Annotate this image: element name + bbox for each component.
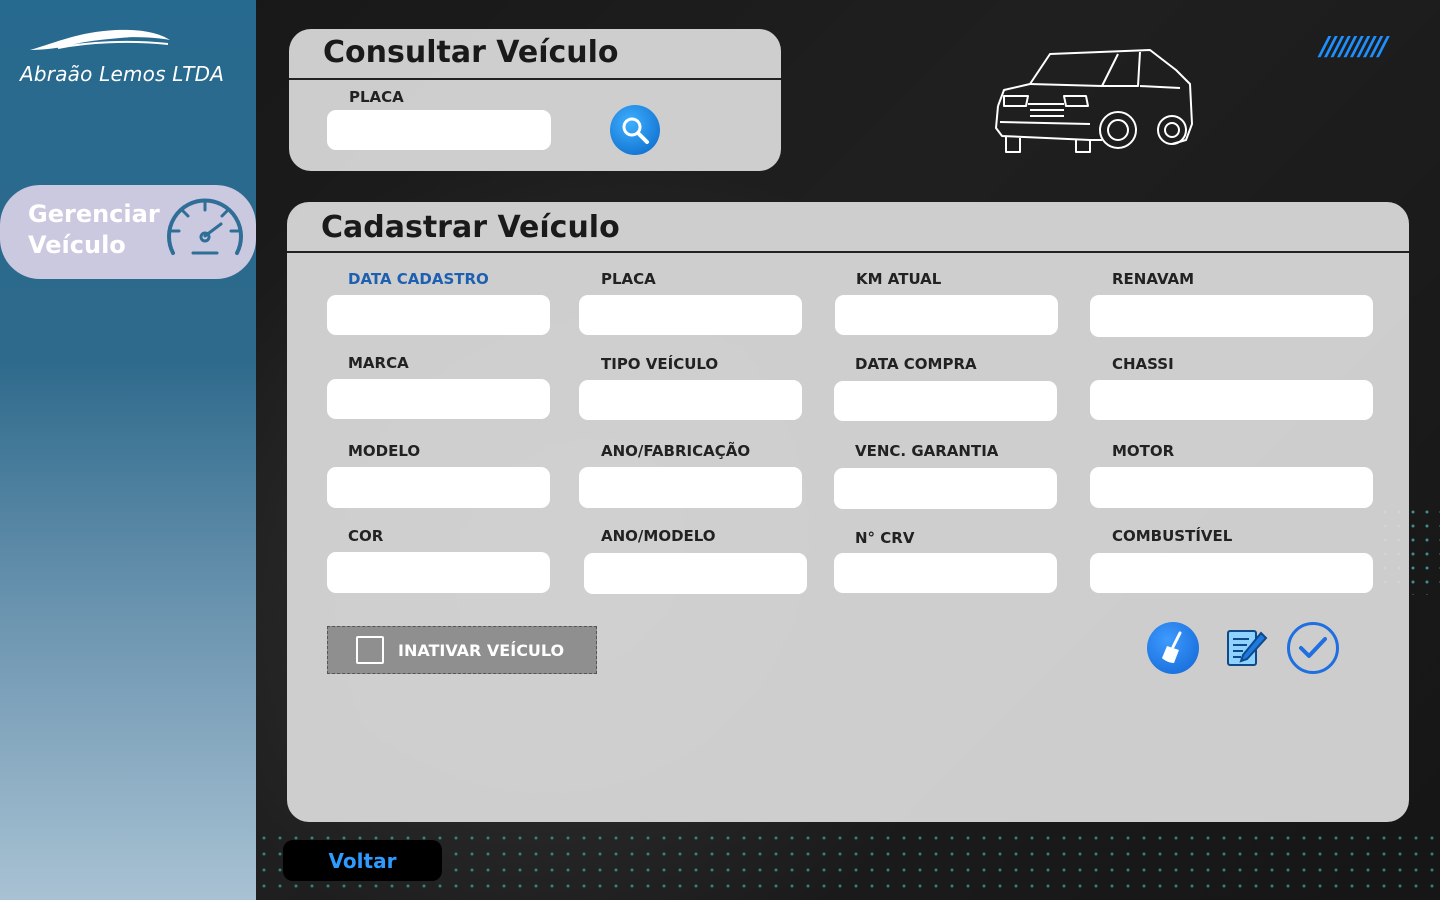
venc-garantia-input[interactable] <box>834 468 1057 509</box>
ano-fabricacao-input[interactable] <box>579 467 802 508</box>
motor-label: MOTOR <box>1112 442 1175 460</box>
km-atual-label: KM ATUAL <box>856 270 942 288</box>
sidebar: Abraão Lemos LTDA Gerenciar Veículo <box>0 0 256 900</box>
clear-form-button[interactable] <box>1147 622 1199 674</box>
data-cadastro-label: DATA CADASTRO <box>348 270 489 288</box>
modelo-label: MODELO <box>348 442 421 460</box>
cor-label: COR <box>348 527 384 545</box>
tipo-veiculo-input[interactable] <box>579 380 802 420</box>
company-name: Abraão Lemos LTDA <box>20 62 225 86</box>
consult-title: Consultar Veículo <box>323 35 619 70</box>
renavam-label: RENAVAM <box>1112 270 1195 288</box>
data-compra-label: DATA COMPRA <box>855 355 977 373</box>
data-cadastro-input[interactable] <box>327 295 550 335</box>
decorative-stripes: ////////// <box>1320 32 1388 62</box>
inactivate-vehicle-toggle[interactable]: INATIVAR VEÍCULO <box>327 626 597 674</box>
tipo-veiculo-label: TIPO VEÍCULO <box>601 355 719 373</box>
speedometer-icon <box>167 198 243 255</box>
consult-placa-input[interactable] <box>327 110 551 150</box>
inactivate-label: INATIVAR VEÍCULO <box>398 640 565 660</box>
km-atual-input[interactable] <box>835 295 1058 335</box>
placa-input[interactable] <box>579 295 802 335</box>
ano-fabricacao-label: ANO/FABRICAÇÃO <box>601 442 751 460</box>
divider <box>289 78 781 80</box>
magnifier-icon <box>622 117 649 144</box>
venc-garantia-label: VENC. GARANTIA <box>855 442 999 460</box>
broom-icon <box>1162 631 1182 663</box>
back-button[interactable]: Voltar <box>283 840 442 881</box>
placa-label: PLACA <box>349 88 404 106</box>
check-circle-icon <box>1299 637 1327 658</box>
register-title: Cadastrar Veículo <box>321 210 620 245</box>
register-vehicle-panel: Cadastrar Veículo DATA CADASTRO PLACA KM… <box>287 202 1409 822</box>
combustivel-input[interactable] <box>1090 553 1373 593</box>
consult-vehicle-panel: Consultar Veículo PLACA <box>289 29 781 171</box>
ano-modelo-input[interactable] <box>584 553 807 594</box>
search-button[interactable] <box>610 105 660 155</box>
combustivel-label: COMBUSTÍVEL <box>1112 527 1233 545</box>
n-crv-input[interactable] <box>834 553 1057 593</box>
inactivate-checkbox[interactable] <box>356 636 384 664</box>
renavam-input[interactable] <box>1090 295 1373 337</box>
sidebar-item-manage-vehicle[interactable]: Gerenciar Veículo <box>0 185 256 279</box>
divider <box>287 251 1409 253</box>
n-crv-label: N° CRV <box>855 529 915 547</box>
sidebar-item-label: Gerenciar Veículo <box>28 200 160 259</box>
cor-input[interactable] <box>327 552 550 593</box>
marca-input[interactable] <box>327 379 550 419</box>
edit-button[interactable] <box>1220 622 1272 674</box>
car-silhouette-icon <box>30 29 170 50</box>
chassi-label: CHASSI <box>1112 355 1174 373</box>
motor-input[interactable] <box>1090 467 1373 508</box>
suv-outline-icon <box>995 49 1193 153</box>
confirm-button[interactable] <box>1287 622 1339 674</box>
edit-note-icon <box>1227 630 1268 666</box>
modelo-input[interactable] <box>327 467 550 508</box>
chassi-input[interactable] <box>1090 380 1373 420</box>
placa-label: PLACA <box>601 270 656 288</box>
ano-modelo-label: ANO/MODELO <box>601 527 716 545</box>
data-compra-input[interactable] <box>834 381 1057 421</box>
marca-label: MARCA <box>348 354 409 372</box>
